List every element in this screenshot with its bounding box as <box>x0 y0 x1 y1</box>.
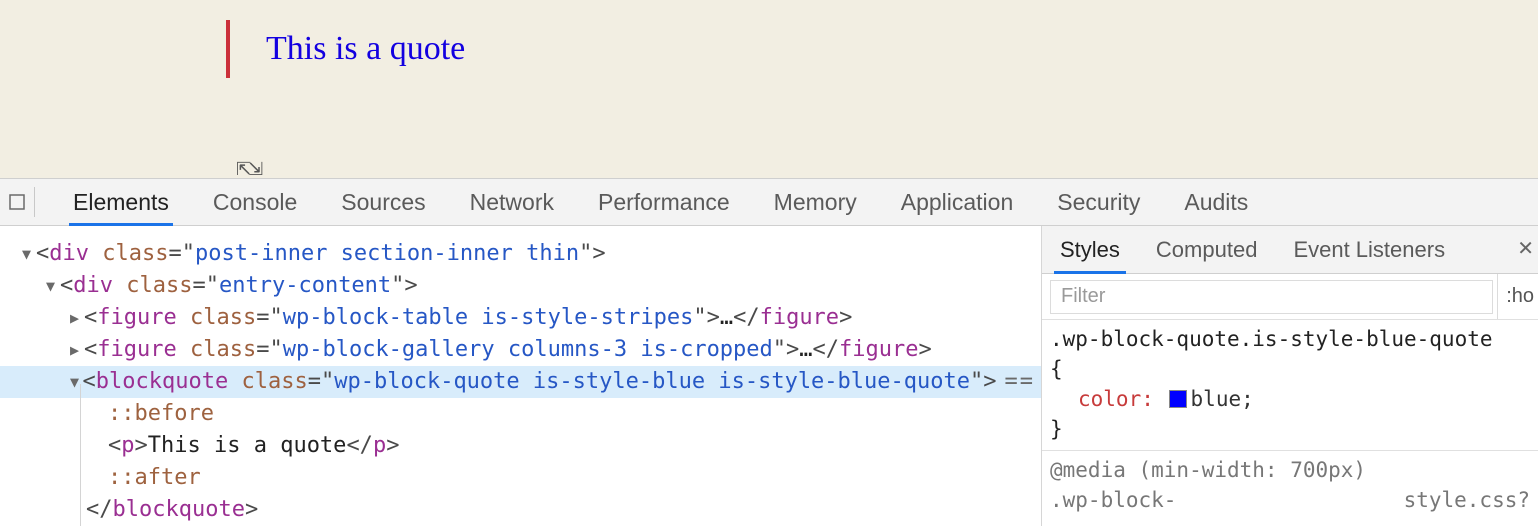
dom-node-figure-table[interactable]: ▶ <figure class="wp-block-table is-style… <box>0 302 1041 334</box>
dom-node-div-entry-content[interactable]: ▼ <div class="entry-content"> <box>0 270 1041 302</box>
stylesheet-link[interactable]: style.css? <box>1404 485 1530 515</box>
color-swatch-icon[interactable] <box>1169 390 1187 408</box>
resize-handle-icon[interactable]: ⇱⇲ <box>236 159 260 180</box>
dom-pseudo-before[interactable]: ::before <box>0 398 1041 430</box>
open-brace: { <box>1050 357 1063 381</box>
styles-tab-computed[interactable]: Computed <box>1138 226 1276 273</box>
css-rule[interactable]: .wp-block-quote.is-style-blue-quote { co… <box>1042 320 1538 451</box>
css-property[interactable]: color: <box>1078 387 1154 411</box>
tab-network[interactable]: Network <box>448 179 576 225</box>
styles-filter-bar: :ho <box>1042 274 1538 320</box>
blockquote-rendered: This is a quote <box>226 20 1538 78</box>
collapse-arrow-icon[interactable]: ▶ <box>70 334 84 366</box>
styles-filter-input[interactable] <box>1050 280 1493 314</box>
tree-guide-line <box>80 384 81 526</box>
tab-audits[interactable]: Audits <box>1162 179 1270 225</box>
media-selector: .wp-block- <box>1050 485 1176 515</box>
close-brace: } <box>1050 417 1063 441</box>
divider <box>34 187 35 217</box>
css-media-rule[interactable]: @media (min-width: 700px) .wp-block- sty… <box>1042 451 1538 515</box>
media-query: @media (min-width: 700px) <box>1050 455 1530 485</box>
devtools-body: ▼ <div class="post-inner section-inner t… <box>0 226 1538 526</box>
selected-node-marker: == <box>997 366 1036 398</box>
css-selector: .wp-block-quote.is-style-blue-quote <box>1050 327 1493 351</box>
quote-text: This is a quote <box>266 30 465 67</box>
close-icon[interactable]: ✕ <box>1517 236 1534 261</box>
styles-tab-styles[interactable]: Styles <box>1042 226 1138 273</box>
dom-node-blockquote-close[interactable]: </blockquote> <box>0 494 1041 526</box>
inspect-element-icon[interactable] <box>0 194 34 210</box>
dom-node-figure-gallery[interactable]: ▶ <figure class="wp-block-gallery column… <box>0 334 1041 366</box>
elements-panel[interactable]: ▼ <div class="post-inner section-inner t… <box>0 226 1042 526</box>
tab-elements[interactable]: Elements <box>51 179 191 225</box>
dom-node-div-post-inner[interactable]: ▼ <div class="post-inner section-inner t… <box>0 238 1041 270</box>
collapse-arrow-icon[interactable]: ▶ <box>70 302 84 334</box>
styles-tabbar: Styles Computed Event Listeners ✕ <box>1042 226 1538 274</box>
dom-node-p[interactable]: <p>This is a quote </p> <box>0 430 1041 462</box>
dom-node-blockquote-selected[interactable]: ▼ <blockquote class="wp-block-quote is-s… <box>0 366 1041 398</box>
tab-security[interactable]: Security <box>1035 179 1162 225</box>
tab-sources[interactable]: Sources <box>319 179 447 225</box>
expand-arrow-icon[interactable]: ▼ <box>22 238 36 270</box>
expand-arrow-icon[interactable]: ▼ <box>46 270 60 302</box>
page-preview: This is a quote ⇱⇲ <box>0 0 1538 178</box>
styles-panel: Styles Computed Event Listeners ✕ :ho .w… <box>1042 226 1538 526</box>
tab-performance[interactable]: Performance <box>576 179 752 225</box>
styles-tab-event-listeners[interactable]: Event Listeners <box>1275 226 1463 273</box>
tab-memory[interactable]: Memory <box>752 179 879 225</box>
tab-console[interactable]: Console <box>191 179 319 225</box>
toggle-hov-button[interactable]: :ho <box>1497 274 1538 319</box>
dom-pseudo-after[interactable]: ::after <box>0 462 1041 494</box>
devtools-tabbar: Elements Console Sources Network Perform… <box>0 178 1538 226</box>
tab-application[interactable]: Application <box>879 179 1036 225</box>
css-value[interactable]: blue; <box>1191 387 1254 411</box>
